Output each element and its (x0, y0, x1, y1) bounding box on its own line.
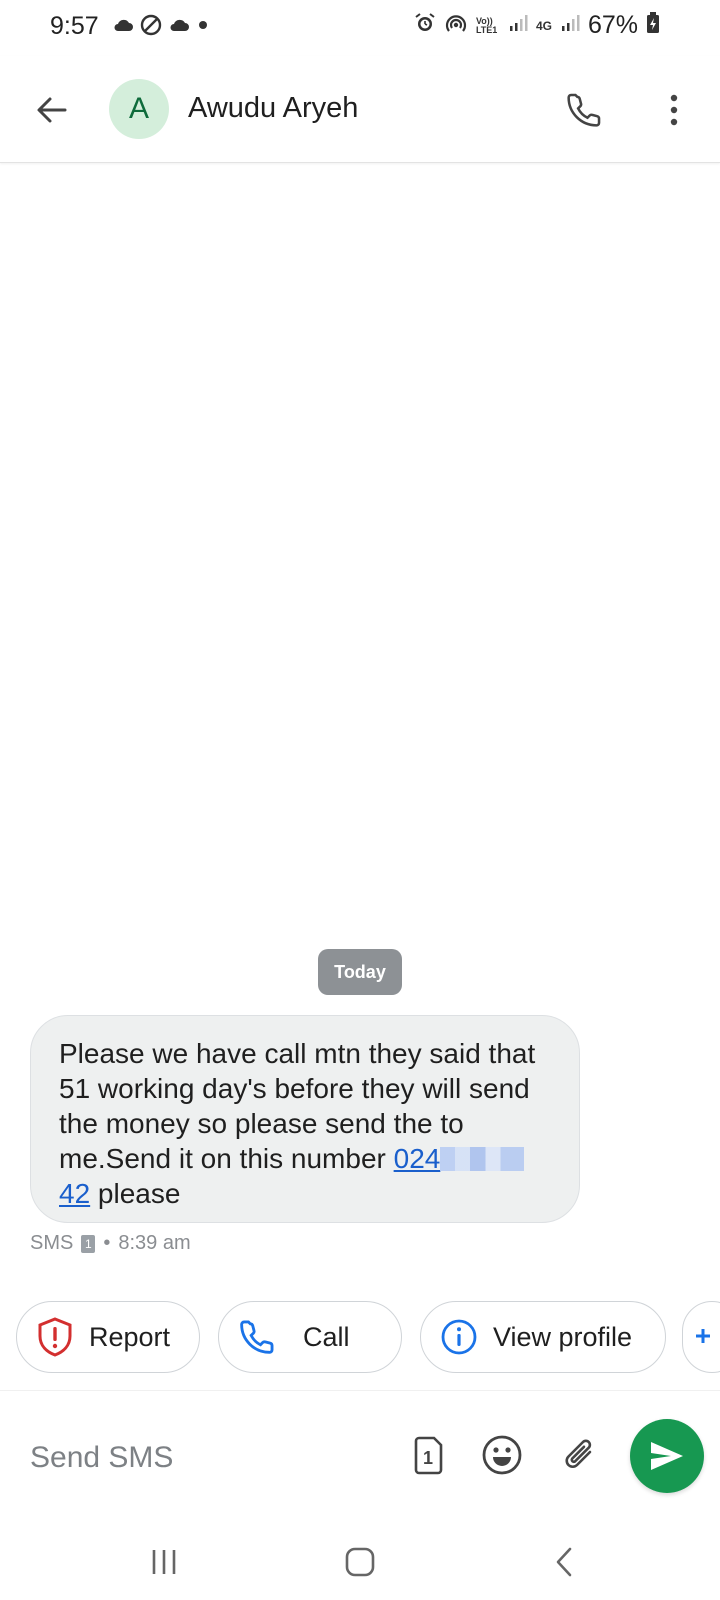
report-chip-label: Report (89, 1321, 171, 1352)
message-bubble[interactable]: Please we have call mtn they said that 5… (30, 1015, 580, 1223)
battery-icon (646, 12, 660, 39)
arrow-back-icon (37, 97, 67, 123)
phone-number-suffix: 42 (59, 1178, 91, 1209)
nav-back-button[interactable] (540, 1540, 588, 1584)
avatar[interactable]: A (109, 79, 169, 139)
message-time: 8:39 am (118, 1232, 191, 1254)
signal-icon (508, 14, 528, 37)
shield-alert-icon (35, 1317, 75, 1357)
alarm-icon (414, 12, 436, 39)
add-icon (693, 1322, 713, 1353)
more-options-button[interactable] (650, 86, 698, 134)
message-channel: SMS (30, 1232, 74, 1254)
phone-icon (567, 93, 601, 127)
hotspot-icon (444, 12, 468, 39)
view-profile-chip[interactable]: View profile (420, 1301, 666, 1373)
recents-button[interactable] (140, 1540, 188, 1584)
status-right-icons: Vo)) LTE1 4G 67% (414, 11, 660, 40)
compose-bar: 1 (0, 1390, 720, 1527)
view-profile-chip-label: View profile (493, 1321, 633, 1352)
more-suggestion-chip[interactable] (682, 1301, 720, 1373)
more-vert-icon (670, 94, 678, 126)
battery-percent: 67% (587, 11, 638, 39)
status-left-icons (112, 14, 210, 41)
emoji-button[interactable] (478, 1431, 526, 1479)
recents-icon (152, 1550, 176, 1574)
attach-button[interactable] (556, 1431, 604, 1479)
meta-separator: • (103, 1232, 111, 1254)
report-chip[interactable]: Report (16, 1301, 200, 1373)
send-button[interactable] (630, 1419, 704, 1493)
signal-icon (560, 14, 580, 37)
message-text-end: please (90, 1178, 181, 1209)
sim-select-button[interactable]: 1 (404, 1431, 452, 1479)
call-button[interactable] (560, 86, 608, 134)
home-button[interactable] (336, 1540, 384, 1584)
conversation-header: A Awudu Aryeh (0, 56, 720, 163)
status-bar: 9:57 Vo)) LTE1 4G 67% (0, 0, 720, 56)
paperclip-icon (565, 1439, 592, 1468)
4g-icon: 4G (535, 18, 552, 33)
sim-card-icon: 1 (414, 1436, 443, 1475)
redacted-digits (440, 1147, 525, 1171)
contact-name[interactable]: Awudu Aryeh (188, 92, 358, 125)
phone-number-prefix: 024 (393, 1143, 441, 1174)
sim-icon: 1 (81, 1234, 96, 1253)
cloud-icon (112, 17, 134, 38)
send-icon (651, 1442, 683, 1470)
cloud-icon (168, 17, 190, 38)
dot-icon (196, 18, 210, 37)
volte-icon: Vo)) LTE1 (475, 15, 498, 35)
system-nav-bar (0, 1526, 720, 1600)
call-chip[interactable]: Call (218, 1301, 402, 1373)
emoji-icon (482, 1435, 522, 1475)
date-divider: Today (318, 949, 402, 995)
call-chip-label: Call (303, 1321, 350, 1352)
home-icon (345, 1547, 375, 1577)
chevron-left-icon (556, 1547, 572, 1577)
message-meta: SMS 1 • 8:39 am (30, 1232, 191, 1255)
info-icon (439, 1317, 479, 1357)
message-input[interactable] (30, 1441, 390, 1475)
sim-number: 1 (423, 1448, 433, 1468)
status-time: 9:57 (50, 12, 99, 40)
do-not-disturb-icon (140, 14, 162, 41)
phone-icon (237, 1317, 277, 1357)
back-button[interactable] (28, 86, 76, 134)
